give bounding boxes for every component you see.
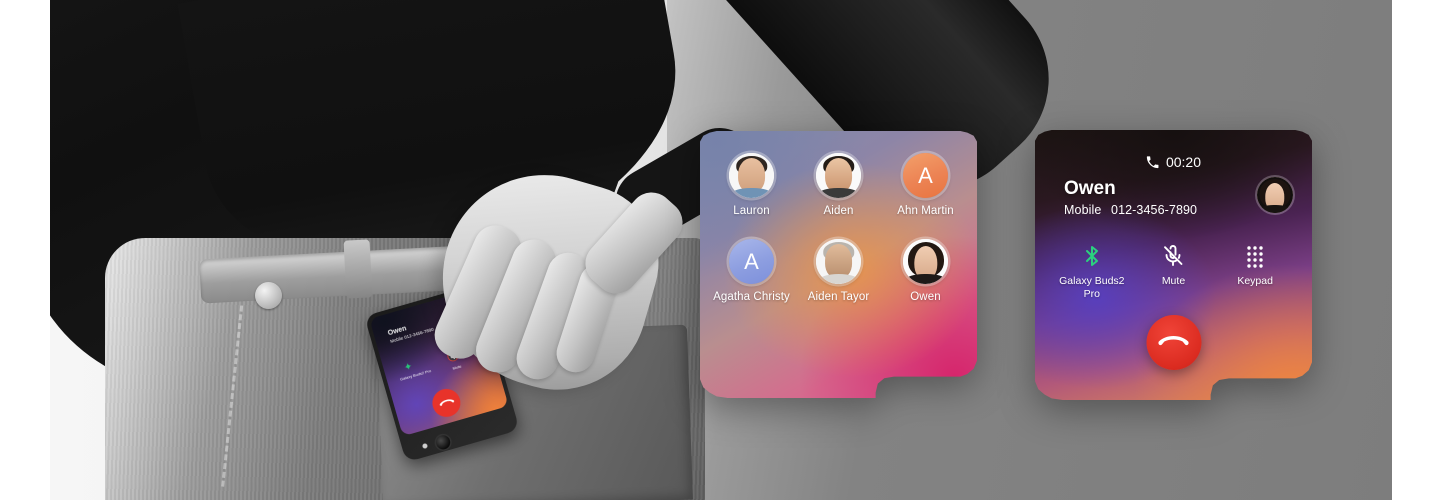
action-label: Galaxy Buds2 Pro: [1059, 275, 1125, 300]
call-card-background: 00:20 Owen Mobile 012-3456-7890 Galaxy B…: [1035, 130, 1312, 400]
active-call-card[interactable]: 00:20 Owen Mobile 012-3456-7890 Galaxy B…: [1035, 130, 1312, 400]
face-photo: [729, 153, 774, 198]
action-keypad[interactable]: Keypad: [1214, 242, 1296, 301]
end-call-icon: [1158, 335, 1189, 345]
callee-number: 012-3456-7890: [1111, 203, 1198, 218]
microphone-muted-icon: [1161, 242, 1185, 268]
contact-name: Owen: [910, 291, 941, 303]
callee-avatar: [1257, 177, 1293, 213]
avatar-initial: A: [918, 162, 933, 188]
end-call-button[interactable]: [1146, 315, 1201, 370]
call-timer: 00:20: [1035, 154, 1312, 170]
contacts-grid: Lauron Aiden A Ahn Martin A Agatha Chris…: [700, 153, 977, 303]
contact-name: Lauron: [733, 205, 770, 217]
contact-item[interactable]: Aiden Tayor: [795, 239, 882, 303]
face-photo: [816, 153, 861, 198]
action-mute[interactable]: Mute: [1133, 242, 1215, 301]
contact-name: Agatha Christy: [713, 291, 790, 303]
avatar-initial: A: [744, 248, 759, 274]
face-photo: [903, 239, 948, 284]
contact-name: Ahn Martin: [897, 205, 954, 217]
call-actions: Galaxy Buds2 Pro Mute Keypad: [1035, 242, 1312, 301]
keypad-dots-icon: [1243, 242, 1267, 268]
phone-mute-label: Mute: [451, 363, 462, 371]
avatar: [729, 153, 774, 198]
contact-name: Aiden: [823, 205, 854, 217]
callee-line-label: Mobile: [1064, 203, 1102, 218]
avatar: [816, 153, 861, 198]
favourite-contacts-card[interactable]: Lauron Aiden A Ahn Martin A Agatha Chris…: [700, 131, 977, 398]
contact-item[interactable]: Owen: [882, 239, 969, 303]
phone-end-call-button: [429, 385, 464, 421]
jeans-button: [255, 282, 282, 309]
contact-item[interactable]: A Agatha Christy: [708, 239, 795, 303]
action-label: Keypad: [1237, 275, 1273, 287]
action-label: Mute: [1161, 275, 1186, 287]
contact-item[interactable]: Lauron: [708, 153, 795, 217]
jeans-belt-loop: [343, 239, 373, 299]
callee-info: Owen Mobile 012-3456-7890: [1064, 178, 1197, 217]
contact-item[interactable]: Aiden: [795, 153, 882, 217]
avatar: [903, 239, 948, 284]
avatar: A: [729, 239, 774, 284]
face-photo: [816, 239, 861, 284]
phone-handset-icon: [1146, 155, 1159, 168]
contact-item[interactable]: A Ahn Martin: [882, 153, 969, 217]
phone-buds-label: Galaxy Buds2 Pro: [399, 368, 432, 382]
screenshot-stage: Owen Mobile 012-3456-7890 ✦ Galaxy Buds2…: [0, 0, 1440, 500]
callee-number-row: Mobile 012-3456-7890: [1064, 203, 1197, 217]
avatar: [816, 239, 861, 284]
call-timer-value: 00:20: [1165, 154, 1202, 170]
contacts-card-background: Lauron Aiden A Ahn Martin A Agatha Chris…: [700, 131, 977, 398]
bluetooth-icon: [1080, 242, 1104, 268]
callee-name: Owen: [1064, 178, 1116, 199]
action-galaxy-buds[interactable]: Galaxy Buds2 Pro: [1051, 242, 1133, 301]
avatar: A: [903, 153, 948, 198]
contact-name: Aiden Tayor: [807, 291, 870, 303]
